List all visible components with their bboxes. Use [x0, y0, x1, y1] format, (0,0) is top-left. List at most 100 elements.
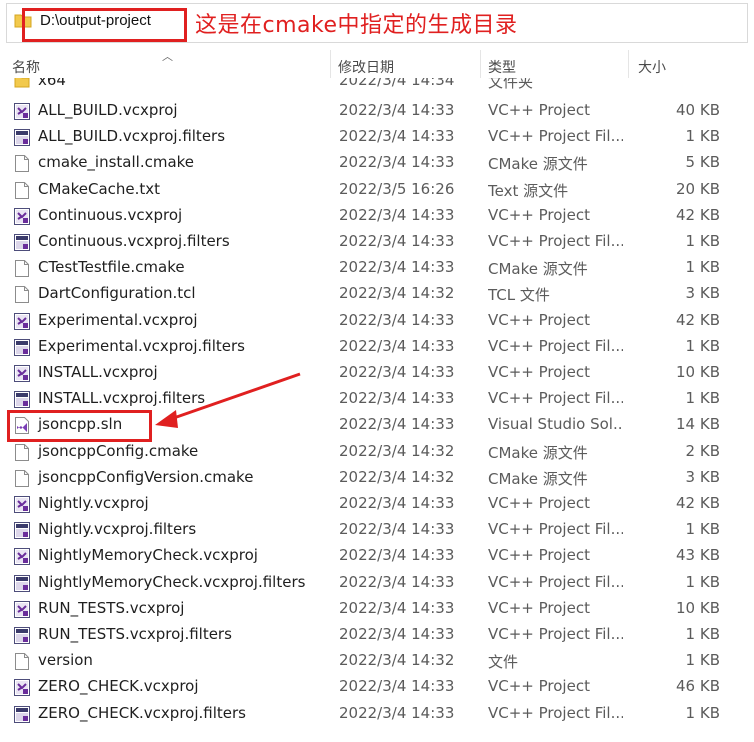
list-item[interactable]: ZERO_CHECK.vcxproj.filters 2022/3/4 14:33… [0, 701, 754, 727]
file-date: 2022/3/4 14:33 [339, 389, 455, 408]
list-item[interactable]: Continuous.vcxproj.filters 2022/3/4 14:33… [0, 229, 754, 255]
file-name: INSTALL.vcxproj.filters [38, 389, 206, 408]
file-type: VC++ Project Fil... [488, 625, 623, 643]
column-divider[interactable] [628, 50, 629, 78]
list-item[interactable]: RUN_TESTS.vcxproj.filters 2022/3/4 14:33 V… [0, 622, 754, 648]
sort-caret-icon[interactable]: ︿ [162, 48, 173, 64]
file-size: 1 KB [685, 232, 720, 250]
list-item[interactable]: NightlyMemoryCheck.vcxproj 2022/3/4 14:33… [0, 543, 754, 569]
file-date: 2022/3/4 14:33 [339, 101, 455, 119]
address-highlight-box [22, 8, 187, 42]
vcxproj-icon [14, 679, 30, 697]
file-type: CMake 源文件 [488, 155, 588, 174]
file-size: 2 KB [685, 441, 720, 460]
file-name: DartConfiguration.tcl [38, 284, 196, 303]
file-name: cmake_install.cmake [38, 153, 195, 172]
file-type: CMake 源文件 [488, 443, 588, 462]
file-size: 1 KB [685, 520, 720, 539]
file-size: 40 KB [676, 101, 720, 119]
file-date: 2022/3/4 14:32 [339, 467, 455, 486]
file-size: 20 KB [676, 179, 720, 198]
file-name: CTestTestfile.cmake [38, 258, 185, 277]
file-size: 5 KB [685, 153, 720, 172]
list-item[interactable]: jsoncppConfigVersion.cmake 2022/3/4 14:32… [0, 465, 754, 491]
file-name: CMakeCache.txt [38, 179, 161, 198]
column-size[interactable]: 大小 [638, 57, 666, 77]
file-size: 10 KB [676, 363, 720, 381]
vcxproj-icon [14, 548, 30, 566]
list-item[interactable]: Experimental.vcxproj 2022/3/4 14:33 VC++ P… [0, 308, 754, 334]
file-type: VC++ Project [488, 310, 590, 329]
file-date: 2022/3/4 14:33 [339, 363, 455, 381]
list-item[interactable]: cmake_install.cmake 2022/3/4 14:33 CMake 源… [0, 150, 754, 176]
file-type: Text 源文件 [488, 181, 569, 200]
list-item[interactable]: Continuous.vcxproj 2022/3/4 14:33 VC++ Pro… [0, 203, 754, 229]
file-date: 2022/3/4 14:33 [339, 598, 455, 617]
list-item-partial[interactable]: x64 2022/3/4 14:34 文件夹 [0, 78, 754, 96]
file-type: Visual Studio Sol... [488, 415, 623, 434]
list-item[interactable]: CMakeCache.txt 2022/3/5 16:26 Text 源文件 20 K… [0, 177, 754, 203]
file-type: VC++ Project Fil... [488, 572, 623, 591]
file-type: TCL 文件 [488, 286, 550, 305]
filters-icon [14, 129, 30, 147]
column-type[interactable]: 类型 [488, 57, 516, 77]
file-size: 42 KB [676, 310, 720, 329]
file-type: CMake 源文件 [488, 260, 588, 279]
file-icon [14, 286, 30, 304]
file-type: VC++ Project Fil... [488, 232, 623, 250]
list-item[interactable]: CTestTestfile.cmake 2022/3/4 14:33 CMake 源… [0, 255, 754, 281]
file-name: NightlyMemoryCheck.vcxproj [38, 546, 258, 565]
file-size: 14 KB [676, 415, 720, 434]
column-name[interactable]: 名称 [12, 57, 40, 77]
file-type: VC++ Project Fil... [488, 336, 623, 355]
file-size: 1 KB [685, 651, 720, 670]
column-divider[interactable] [480, 50, 481, 78]
filters-icon [14, 627, 30, 644]
file-type: VC++ Project [488, 546, 590, 565]
file-size: 3 KB [685, 284, 720, 303]
vcxproj-icon [14, 496, 30, 513]
file-date: 2022/3/4 14:33 [339, 205, 455, 224]
file-icon [14, 443, 30, 461]
filters-icon [14, 338, 30, 356]
file-date: 2022/3/4 14:33 [339, 625, 455, 643]
file-name: ZERO_CHECK.vcxproj.filters [38, 703, 246, 722]
file-name: Continuous.vcxproj [38, 205, 183, 224]
list-item[interactable]: version 2022/3/4 14:32 文件 1 KB [0, 648, 754, 674]
file-size: 1 KB [685, 127, 720, 146]
list-item[interactable]: ALL_BUILD.vcxproj.filters 2022/3/4 14:33 V… [0, 124, 754, 150]
file-size: 10 KB [676, 598, 720, 617]
list-item[interactable]: jsoncppConfig.cmake 2022/3/4 14:32 CMake 源… [0, 439, 754, 465]
list-item[interactable]: NightlyMemoryCheck.vcxproj.filters 2022/3… [0, 570, 754, 596]
list-item[interactable]: ZERO_CHECK.vcxproj 2022/3/4 14:33 VC++ Pro… [0, 674, 754, 700]
column-date[interactable]: 修改日期 [338, 57, 394, 77]
file-date: 2022/3/4 14:33 [339, 703, 455, 722]
list-item[interactable]: INSTALL.vcxproj 2022/3/4 14:33 VC++ Projec… [0, 360, 754, 386]
file-name: RUN_TESTS.vcxproj.filters [38, 625, 232, 643]
file-date: 2022/3/4 14:33 [339, 546, 455, 565]
file-name: Nightly.vcxproj.filters [38, 520, 197, 539]
list-item[interactable]: Nightly.vcxproj.filters 2022/3/4 14:33 VC+… [0, 517, 754, 543]
list-item[interactable]: RUN_TESTS.vcxproj 2022/3/4 14:33 VC++ Proj… [0, 596, 754, 622]
file-type: VC++ Project Fil... [488, 703, 623, 722]
file-type: 文件 [488, 653, 519, 672]
list-item[interactable]: ALL_BUILD.vcxproj 2022/3/4 14:33 VC++ Proj… [0, 98, 754, 124]
vcxproj-icon [14, 103, 30, 120]
list-item[interactable]: Experimental.vcxproj.filters 2022/3/4 14:… [0, 334, 754, 360]
file-date: 2022/3/4 14:33 [339, 153, 455, 172]
file-type: VC++ Project [488, 205, 590, 224]
vcxproj-icon [14, 600, 30, 618]
sln-highlight-box [7, 410, 152, 442]
list-item[interactable]: INSTALL.vcxproj.filters 2022/3/4 14:33 VC+… [0, 386, 754, 412]
file-size: 1 KB [685, 336, 720, 355]
file-icon [14, 469, 30, 487]
column-divider[interactable] [330, 50, 331, 78]
list-item[interactable]: DartConfiguration.tcl 2022/3/4 14:32 TCL 文… [0, 281, 754, 307]
file-type: VC++ Project Fil... [488, 389, 623, 408]
file-type: VC++ Project [488, 101, 590, 119]
file-size: 1 KB [685, 625, 720, 643]
list-item[interactable]: Nightly.vcxproj 2022/3/4 14:33 VC++ Projec… [0, 491, 754, 517]
file-size: 43 KB [676, 546, 720, 565]
filters-icon [14, 522, 30, 540]
file-date: 2022/3/4 14:33 [339, 572, 455, 591]
